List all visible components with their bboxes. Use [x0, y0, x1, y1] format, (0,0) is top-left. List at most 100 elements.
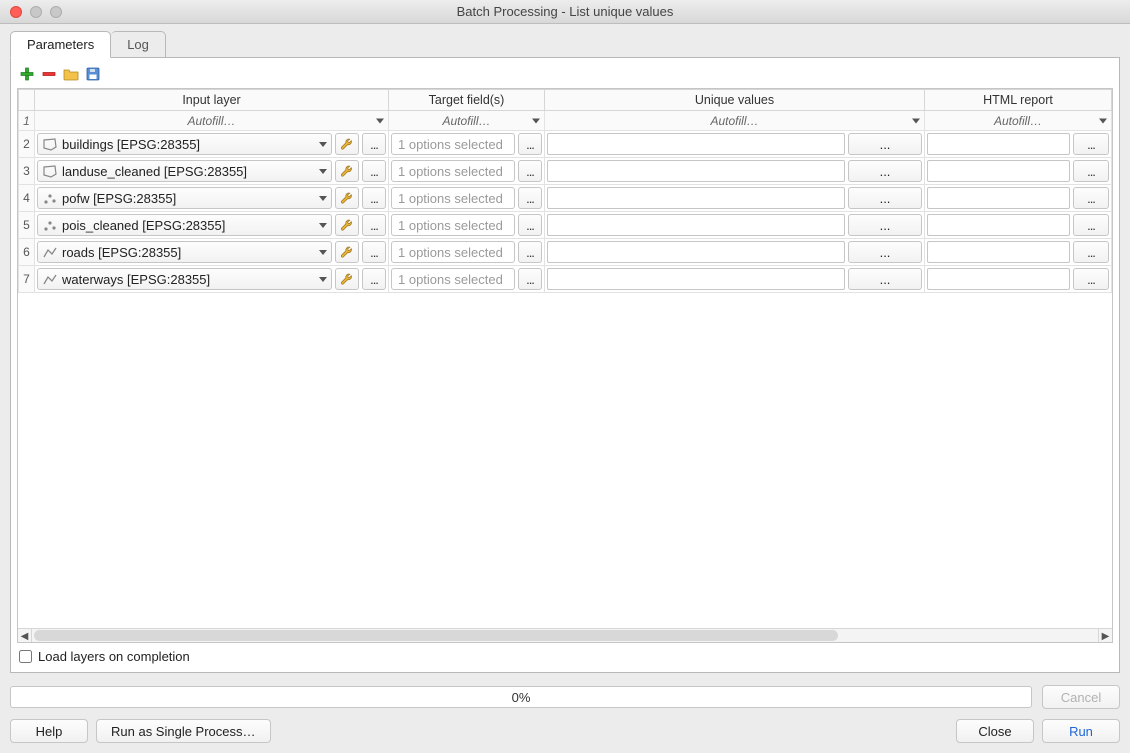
- html-report-input[interactable]: [927, 160, 1070, 182]
- scroll-thumb[interactable]: [34, 630, 838, 641]
- unique-values-browse-button[interactable]: ...: [848, 214, 922, 236]
- scroll-left-icon[interactable]: ◀: [18, 629, 32, 643]
- html-report-cell: [925, 158, 1112, 185]
- fields-summary[interactable]: 1 options selected: [391, 214, 515, 236]
- fields-summary[interactable]: 1 options selected: [391, 133, 515, 155]
- batch-table-wrap: Input layer Target field(s) Unique value…: [17, 88, 1113, 643]
- autofill-html-report[interactable]: Autofill…: [925, 111, 1112, 131]
- col-input-layer[interactable]: Input layer: [35, 90, 389, 111]
- iterate-button[interactable]: [335, 214, 359, 236]
- fields-summary[interactable]: 1 options selected: [391, 268, 515, 290]
- remove-rows-icon[interactable]: [41, 66, 57, 82]
- load-layers-checkbox[interactable]: [19, 650, 32, 663]
- table-row: 6roads [EPSG:28355]1 options selected...: [19, 239, 1112, 266]
- window-minimize-button[interactable]: [30, 6, 42, 18]
- layer-combo[interactable]: waterways [EPSG:28355]: [37, 268, 332, 290]
- browse-layer-button[interactable]: [362, 241, 386, 263]
- browse-layer-button[interactable]: [362, 160, 386, 182]
- layer-combo[interactable]: pofw [EPSG:28355]: [37, 187, 332, 209]
- html-report-browse-button[interactable]: [1073, 214, 1109, 236]
- iterate-button[interactable]: [335, 133, 359, 155]
- col-unique-values[interactable]: Unique values: [545, 90, 925, 111]
- unique-values-input[interactable]: [547, 133, 845, 155]
- table-row: 7waterways [EPSG:28355]1 options selecte…: [19, 266, 1112, 293]
- layer-combo[interactable]: pois_cleaned [EPSG:28355]: [37, 214, 332, 236]
- select-fields-button[interactable]: [518, 241, 542, 263]
- autofill-input-layer[interactable]: Autofill…: [35, 111, 389, 131]
- col-html-report[interactable]: HTML report: [925, 90, 1112, 111]
- progress-bar: 0%: [10, 686, 1032, 708]
- open-file-icon[interactable]: [63, 66, 79, 82]
- progress-row: 0% Cancel: [10, 685, 1120, 709]
- iterate-button[interactable]: [335, 160, 359, 182]
- layer-name: pofw [EPSG:28355]: [62, 191, 176, 206]
- html-report-input[interactable]: [927, 187, 1070, 209]
- layer-combo[interactable]: landuse_cleaned [EPSG:28355]: [37, 160, 332, 182]
- html-report-browse-button[interactable]: [1073, 241, 1109, 263]
- chevron-down-icon: [1099, 118, 1107, 123]
- save-icon[interactable]: [85, 66, 101, 82]
- autofill-rownum: 1: [19, 111, 35, 131]
- html-report-input[interactable]: [927, 268, 1070, 290]
- tabs: Parameters Log: [10, 32, 1120, 58]
- layer-combo[interactable]: buildings [EPSG:28355]: [37, 133, 332, 155]
- autofill-target-fields[interactable]: Autofill…: [389, 111, 545, 131]
- window-zoom-button[interactable]: [50, 6, 62, 18]
- unique-values-browse-button[interactable]: ...: [848, 187, 922, 209]
- iterate-button[interactable]: [335, 241, 359, 263]
- html-report-browse-button[interactable]: [1073, 133, 1109, 155]
- browse-layer-button[interactable]: [362, 268, 386, 290]
- dialog-body: Parameters Log: [0, 24, 1130, 753]
- load-layers-label[interactable]: Load layers on completion: [38, 649, 190, 664]
- window-close-button[interactable]: [10, 6, 22, 18]
- unique-values-browse-button[interactable]: ...: [848, 241, 922, 263]
- html-report-cell: [925, 239, 1112, 266]
- layer-name: roads [EPSG:28355]: [62, 245, 181, 260]
- unique-values-browse-button[interactable]: ...: [848, 268, 922, 290]
- unique-values-cell: ...: [545, 266, 925, 293]
- iterate-button[interactable]: [335, 187, 359, 209]
- browse-layer-button[interactable]: [362, 187, 386, 209]
- fields-summary[interactable]: 1 options selected: [391, 160, 515, 182]
- select-fields-button[interactable]: [518, 214, 542, 236]
- html-report-input[interactable]: [927, 241, 1070, 263]
- unique-values-input[interactable]: [547, 187, 845, 209]
- browse-layer-button[interactable]: [362, 214, 386, 236]
- col-target-fields[interactable]: Target field(s): [389, 90, 545, 111]
- horizontal-scrollbar[interactable]: ◀ ▶: [18, 628, 1112, 642]
- row-number: 4: [19, 185, 35, 212]
- close-button[interactable]: Close: [956, 719, 1034, 743]
- html-report-cell: [925, 212, 1112, 239]
- tab-parameters[interactable]: Parameters: [10, 31, 111, 58]
- tab-log[interactable]: Log: [111, 31, 166, 58]
- unique-values-input[interactable]: [547, 241, 845, 263]
- add-row-icon[interactable]: [19, 66, 35, 82]
- html-report-input[interactable]: [927, 133, 1070, 155]
- fields-summary[interactable]: 1 options selected: [391, 241, 515, 263]
- iterate-button[interactable]: [335, 268, 359, 290]
- unique-values-browse-button[interactable]: ...: [848, 160, 922, 182]
- html-report-browse-button[interactable]: [1073, 160, 1109, 182]
- scroll-right-icon[interactable]: ▶: [1098, 629, 1112, 643]
- select-fields-button[interactable]: [518, 268, 542, 290]
- unique-values-input[interactable]: [547, 214, 845, 236]
- select-fields-button[interactable]: [518, 160, 542, 182]
- run-single-process-button[interactable]: Run as Single Process…: [96, 719, 271, 743]
- select-fields-button[interactable]: [518, 133, 542, 155]
- html-report-browse-button[interactable]: [1073, 268, 1109, 290]
- browse-layer-button[interactable]: [362, 133, 386, 155]
- run-button[interactable]: Run: [1042, 719, 1120, 743]
- unique-values-browse-button[interactable]: ...: [848, 133, 922, 155]
- unique-values-input[interactable]: [547, 268, 845, 290]
- html-report-input[interactable]: [927, 214, 1070, 236]
- autofill-unique-values[interactable]: Autofill…: [545, 111, 925, 131]
- chevron-down-icon: [319, 277, 327, 282]
- table-row: 3landuse_cleaned [EPSG:28355]1 options s…: [19, 158, 1112, 185]
- select-fields-button[interactable]: [518, 187, 542, 209]
- unique-values-input[interactable]: [547, 160, 845, 182]
- help-button[interactable]: Help: [10, 719, 88, 743]
- fields-summary[interactable]: 1 options selected: [391, 187, 515, 209]
- unique-values-cell: ...: [545, 185, 925, 212]
- layer-combo[interactable]: roads [EPSG:28355]: [37, 241, 332, 263]
- html-report-browse-button[interactable]: [1073, 187, 1109, 209]
